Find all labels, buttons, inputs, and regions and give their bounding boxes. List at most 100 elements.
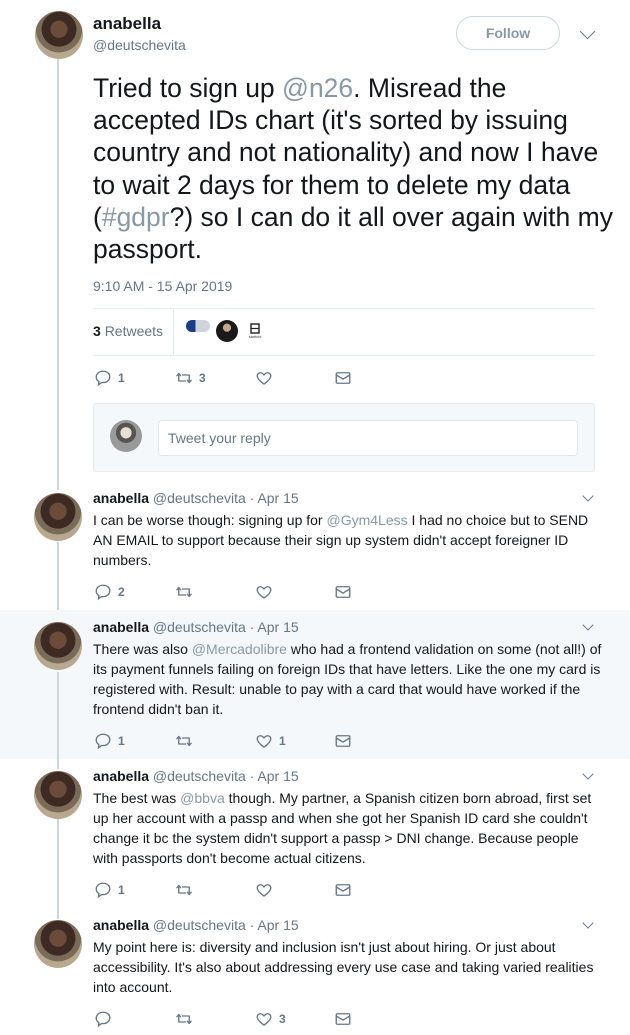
like-action[interactable]: 1 [255,732,286,750]
reply-icon [95,733,111,750]
author-name[interactable]: anabella [93,14,161,34]
reply-date[interactable]: · Apr 15 [250,619,299,635]
reply-composer: Tweet your reply [93,403,595,472]
reply-date[interactable]: · Apr 15 [250,768,299,784]
tweet-timestamp[interactable]: 9:10 AM - 15 Apr 2019 [93,278,232,294]
reply-author-handle[interactable]: @deutschevita [153,768,246,784]
message-action[interactable] [334,732,352,750]
divider [93,355,595,356]
reply-action[interactable] [94,1010,112,1028]
retweeter-avatar[interactable]: santchi [244,320,266,342]
reply-date[interactable]: · Apr 15 [250,917,299,933]
mention-link[interactable]: @Mercadolibre [192,641,287,657]
reply-action[interactable]: 2 [94,583,125,601]
tweet-text-part: Tried to sign up [93,73,283,103]
reply-author-avatar[interactable] [34,622,82,670]
reply-meta: anabella @deutschevita · Apr 15 [93,490,299,506]
chevron-down-icon[interactable] [582,768,594,780]
reply-meta: anabella @deutschevita · Apr 15 [93,917,299,933]
heart-icon [256,735,272,748]
reply-author-name[interactable]: anabella [93,768,149,784]
reply-action[interactable]: 1 [94,881,125,899]
envelope-icon [335,1013,351,1025]
reply-author-avatar[interactable] [34,493,82,541]
like-action[interactable] [255,881,273,899]
retweeter-logo-text: santchi [248,334,262,339]
author-handle[interactable]: @deutschevita [93,37,186,53]
reply-author-handle[interactable]: @deutschevita [153,619,246,635]
follow-button[interactable]: Follow [456,16,560,50]
reply-action[interactable]: 1 [94,732,125,750]
divider [93,308,595,309]
heart-icon [256,884,272,897]
message-action[interactable] [334,583,352,601]
reply-author-name[interactable]: anabella [93,917,149,933]
reply-action[interactable]: 1 [94,369,125,387]
envelope-icon [335,884,351,896]
tweet-text-part: ?) so I can do it all over again with my… [93,201,613,265]
reply-count: 2 [118,585,125,599]
chevron-down-icon[interactable] [582,490,594,502]
reply-text-part: There was also [93,641,192,657]
envelope-icon [335,586,351,598]
like-action[interactable] [255,583,273,601]
reply-author-name[interactable]: anabella [93,619,149,635]
reply-text: My point here is: diversity and inclusio… [93,937,603,997]
retweet-action[interactable] [175,732,193,750]
reply-text: The best was @bbva though. My partner, a… [93,788,603,868]
reply-meta: anabella @deutschevita · Apr 15 [93,768,299,784]
envelope-icon [335,735,351,747]
retweet-action-count: 3 [199,371,206,385]
retweet-action[interactable] [175,1010,193,1028]
thread-line [57,819,59,919]
hashtag-link[interactable]: #gdpr [102,202,170,232]
retweet-action[interactable] [175,881,193,899]
chevron-down-icon[interactable] [582,917,594,929]
retweet-icon [176,884,192,896]
message-action[interactable] [334,369,352,387]
like-count: 3 [279,1012,286,1026]
reply-author-handle[interactable]: @deutschevita [153,917,246,933]
message-action[interactable] [334,1010,352,1028]
reply-count: 1 [118,883,125,897]
like-action[interactable] [255,369,273,387]
reply-text-part: My point here is: diversity and inclusio… [93,939,594,995]
reply-icon [95,370,111,387]
reply-date[interactable]: · Apr 15 [250,490,299,506]
reply-author-handle[interactable]: @deutschevita [153,490,246,506]
mention-link[interactable]: @bbva [180,790,225,806]
reply-input[interactable]: Tweet your reply [158,420,578,456]
thread-line [57,59,59,490]
thread-line [57,672,59,759]
retweet-count: 3 [93,323,101,339]
reply-text: I can be worse though: signing up for @G… [93,510,603,570]
like-action[interactable]: 3 [255,1010,286,1028]
retweet-stats[interactable]: 3 Retweets [93,323,163,339]
heart-icon [256,372,272,385]
reply-text: There was also @Mercadolibre who had a f… [93,639,603,719]
reply-author-name[interactable]: anabella [93,490,149,506]
reply-count: 1 [118,371,125,385]
reply-text-part: The best was [93,790,181,806]
envelope-icon [335,372,351,384]
reply-author-avatar[interactable] [34,771,82,819]
mention-link[interactable]: @n26 [282,73,353,103]
reply-count: 1 [118,734,125,748]
message-action[interactable] [334,881,352,899]
heart-icon [256,1013,272,1026]
reply-icon [95,1011,111,1028]
retweet-icon [176,735,192,747]
retweet-action[interactable]: 3 [175,369,206,387]
like-count: 1 [279,734,286,748]
retweeter-avatar[interactable] [186,320,210,332]
mention-link[interactable]: @Gym4Less [326,512,407,528]
reply-meta: anabella @deutschevita · Apr 15 [93,619,299,635]
retweeter-avatar[interactable] [216,320,238,342]
chevron-down-icon[interactable] [579,23,596,40]
retweet-action[interactable] [175,583,193,601]
reply-text-part: I can be worse though: signing up for [93,512,327,528]
heart-icon [256,586,272,599]
author-avatar[interactable] [35,11,83,59]
reply-author-avatar[interactable] [34,920,82,968]
retweet-icon [176,586,192,598]
